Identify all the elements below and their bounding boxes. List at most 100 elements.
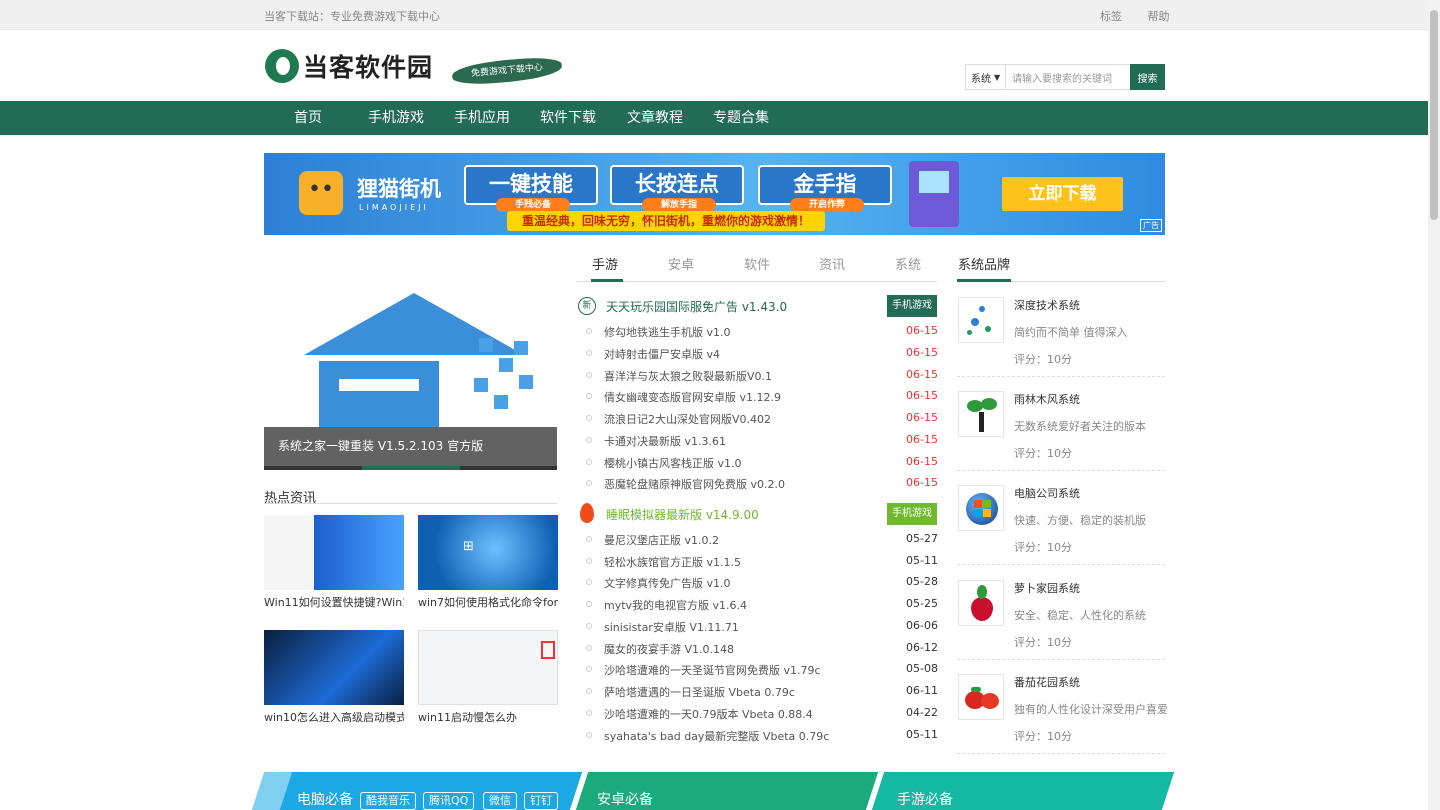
category-badge[interactable]: 手机游戏 bbox=[887, 503, 937, 525]
windows-orb-icon[interactable] bbox=[958, 485, 1004, 531]
banner-app-name: 狸猫街机 bbox=[357, 177, 441, 201]
pixel-shape bbox=[479, 338, 493, 352]
news-title[interactable]: Win11如何设置快捷键?Win11设置快捷键 bbox=[264, 594, 404, 610]
page-scrollbar[interactable] bbox=[1428, 0, 1440, 810]
list-item[interactable]: 轻松水族馆官方正版 v1.1.5 05-11 bbox=[578, 551, 938, 571]
search-button[interactable]: 搜索 bbox=[1130, 64, 1165, 90]
brand-item[interactable]: 萝卜家园系统 安全、稳定、人性化的系统 评分：10分 bbox=[957, 566, 1165, 660]
brand-score: 评分：10分 bbox=[1014, 353, 1072, 366]
list-item[interactable]: 樱桃小镇古风客栈正版 v1.0 06-15 bbox=[578, 452, 938, 472]
brand-score: 评分：10分 bbox=[1014, 730, 1072, 743]
featured-slide[interactable]: 系统之家一键重装 V1.5.2.103 官方版 bbox=[264, 283, 557, 470]
list-item[interactable]: 对峙射击僵尸安卓版 v4 06-15 bbox=[578, 343, 938, 363]
tab-news[interactable]: 资讯 bbox=[819, 254, 845, 273]
tab-android[interactable]: 安卓 bbox=[668, 254, 694, 273]
tomato-icon[interactable] bbox=[958, 674, 1004, 720]
radish-icon[interactable] bbox=[958, 580, 1004, 626]
brand-name[interactable]: 深度技术系统 bbox=[1014, 297, 1080, 313]
list-headline[interactable]: 睡眠模拟器最新版 v14.9.00 手机游戏 bbox=[578, 503, 938, 525]
brand-score: 评分：10分 bbox=[1014, 541, 1072, 554]
ad-label: 广告 bbox=[1140, 219, 1162, 232]
list-headline[interactable]: 新 天天玩乐园国际服免广告 v1.43.0 手机游戏 bbox=[578, 295, 938, 317]
headline-title[interactable]: 天天玩乐园国际服免广告 v1.43.0 bbox=[606, 298, 787, 315]
brand-item[interactable]: 番茄花园系统 独有的人性化设计深受用户喜爱 评分：10分 bbox=[957, 660, 1168, 754]
pc-essential-chip[interactable]: 酷我音乐 bbox=[360, 792, 416, 810]
list-item[interactable]: 萨哈塔遭遇的一日圣诞版 Vbeta 0.79c 06-11 bbox=[578, 681, 938, 701]
android-essentials-label[interactable]: 安卓必备 bbox=[597, 789, 653, 809]
help-link[interactable]: 帮助 bbox=[1148, 10, 1170, 23]
list-item[interactable]: 曼尼汉堡店正版 v1.0.2 05-27 bbox=[578, 529, 938, 549]
bullet-icon bbox=[586, 393, 592, 399]
site-logo[interactable]: 当客软件园 免费游戏下载中心 bbox=[265, 46, 563, 87]
list-item[interactable]: 修勾地铁逃生手机版 v1.0 06-15 bbox=[578, 321, 938, 341]
pc-essential-chip[interactable]: 钉钉 bbox=[524, 792, 558, 810]
brand-item[interactable]: 深度技术系统 简约而不简单 值得深入 评分：10分 bbox=[957, 283, 1165, 377]
ad-banner[interactable]: 狸猫街机 LIMAOJIEJI 一键技能手残必备 长按连点解放手指 金手指开启作… bbox=[264, 153, 1165, 235]
tags-link[interactable]: 标签 bbox=[1100, 10, 1122, 23]
news-card[interactable]: ⊞ win7如何使用格式化命令format bbox=[418, 515, 558, 610]
headline-title[interactable]: 睡眠模拟器最新版 v14.9.00 bbox=[606, 506, 759, 523]
brand-desc: 独有的人性化设计深受用户喜爱 bbox=[1014, 703, 1168, 716]
brand-name[interactable]: 雨林木风系统 bbox=[1014, 391, 1080, 407]
bullet-icon bbox=[586, 688, 592, 694]
nav-item-mobile-games[interactable]: 手机游戏 bbox=[368, 101, 424, 135]
nav-item-software[interactable]: 软件下载 bbox=[540, 101, 596, 135]
list-item[interactable]: 魔女的夜宴手游 V1.0.148 06-12 bbox=[578, 638, 938, 658]
search-scope-select[interactable]: 系统 ▼ bbox=[966, 65, 1006, 89]
slide-indicator[interactable] bbox=[264, 466, 362, 470]
banner-download-button[interactable]: 立即下载 bbox=[1002, 177, 1123, 211]
category-badge[interactable]: 手机游戏 bbox=[887, 295, 937, 317]
brand-name[interactable]: 萝卜家园系统 bbox=[1014, 580, 1080, 596]
news-title[interactable]: win10怎么进入高级启动模式 bbox=[264, 709, 404, 725]
slide-indicator-active[interactable] bbox=[362, 466, 460, 470]
list-item[interactable]: 文字修真传免广告版 v1.0 05-28 bbox=[578, 572, 938, 592]
brand-item[interactable]: 电脑公司系统 快速、方便、稳定的装机版 评分：10分 bbox=[957, 471, 1165, 565]
list-item[interactable]: 恶魔轮盘赌原神版官网免费版 v0.2.0 06-15 bbox=[578, 473, 938, 493]
pc-essentials-label[interactable]: 电脑必备 bbox=[297, 789, 353, 809]
news-card[interactable]: win10怎么进入高级启动模式 bbox=[264, 630, 404, 725]
list-item[interactable]: mytv我的电视官方版 v1.6.4 05-25 bbox=[578, 594, 938, 614]
hot-flame-icon bbox=[580, 503, 594, 523]
brand-item[interactable]: 雨林木风系统 无数系统爱好者关注的版本 评分：10分 bbox=[957, 377, 1165, 471]
brand-desc: 简约而不简单 值得深入 bbox=[1014, 326, 1128, 339]
nav-item-articles[interactable]: 文章教程 bbox=[627, 101, 683, 135]
news-title[interactable]: win7如何使用格式化命令format bbox=[418, 594, 558, 610]
bullet-icon bbox=[586, 459, 592, 465]
hot-news-title: 热点资讯 bbox=[264, 487, 557, 506]
list-item[interactable]: 倩女幽魂变态版官网安卓版 v1.12.9 06-15 bbox=[578, 386, 938, 406]
slide-indicator[interactable] bbox=[460, 466, 557, 470]
pc-essential-chip[interactable]: 微信 bbox=[483, 792, 517, 810]
list-item[interactable]: 卡通对决最新版 v1.3.61 06-15 bbox=[578, 430, 938, 450]
brand-name[interactable]: 电脑公司系统 bbox=[1014, 485, 1080, 501]
featured-caption[interactable]: 系统之家一键重装 V1.5.2.103 官方版 bbox=[264, 427, 557, 466]
list-item[interactable]: 喜洋洋与灰太狼之败裂最新版V0.1 06-15 bbox=[578, 365, 938, 385]
bullet-icon bbox=[586, 558, 592, 564]
tab-software[interactable]: 软件 bbox=[744, 254, 770, 273]
mobile-essentials-label[interactable]: 手游必备 bbox=[897, 789, 953, 809]
deepin-logo-icon[interactable] bbox=[958, 297, 1004, 343]
brand-name[interactable]: 番茄花园系统 bbox=[1014, 674, 1080, 690]
pixel-shape bbox=[499, 358, 513, 372]
ylmf-tree-icon[interactable] bbox=[958, 391, 1004, 437]
tab-mobile-games[interactable]: 手游 bbox=[592, 254, 618, 273]
pc-essential-chip[interactable]: 腾讯QQ bbox=[423, 792, 475, 810]
list-item[interactable]: 沙哈塔遭难的一天0.79版本 Vbeta 0.88.4 04-22 bbox=[578, 703, 938, 723]
nav-item-mobile-apps[interactable]: 手机应用 bbox=[454, 101, 510, 135]
news-title[interactable]: win11启动慢怎么办 bbox=[418, 709, 558, 725]
list-item[interactable]: syahata's bad day最新完整版 Vbeta 0.79c 05-11 bbox=[578, 725, 938, 745]
news-card[interactable]: win11启动慢怎么办 bbox=[418, 630, 558, 725]
logo-mark-icon bbox=[265, 49, 299, 83]
nav-item-topics[interactable]: 专题合集 bbox=[713, 101, 769, 135]
scrollbar-thumb[interactable] bbox=[1430, 10, 1438, 220]
nav-item-home[interactable]: 首页 bbox=[294, 101, 322, 135]
list-item[interactable]: 沙哈塔遭难的一天圣诞节官网免费版 v1.79c 05-08 bbox=[578, 659, 938, 679]
brand-desc: 无数系统爱好者关注的版本 bbox=[1014, 420, 1146, 433]
bullet-icon bbox=[586, 372, 592, 378]
news-card[interactable]: Win11如何设置快捷键?Win11设置快捷键 bbox=[264, 515, 404, 610]
chevron-down-icon: ▼ bbox=[994, 72, 1001, 82]
search-input[interactable]: 请输入要搜索的关键词 bbox=[1006, 65, 1130, 89]
site-tagline: 当客下载站：专业免费游戏下载中心 bbox=[264, 10, 440, 23]
list-item[interactable]: sinisistar安卓版 V1.11.71 06-06 bbox=[578, 616, 938, 636]
tab-system[interactable]: 系统 bbox=[895, 254, 921, 273]
list-item[interactable]: 流浪日记2大山深处官网版V0.402 06-15 bbox=[578, 408, 938, 428]
